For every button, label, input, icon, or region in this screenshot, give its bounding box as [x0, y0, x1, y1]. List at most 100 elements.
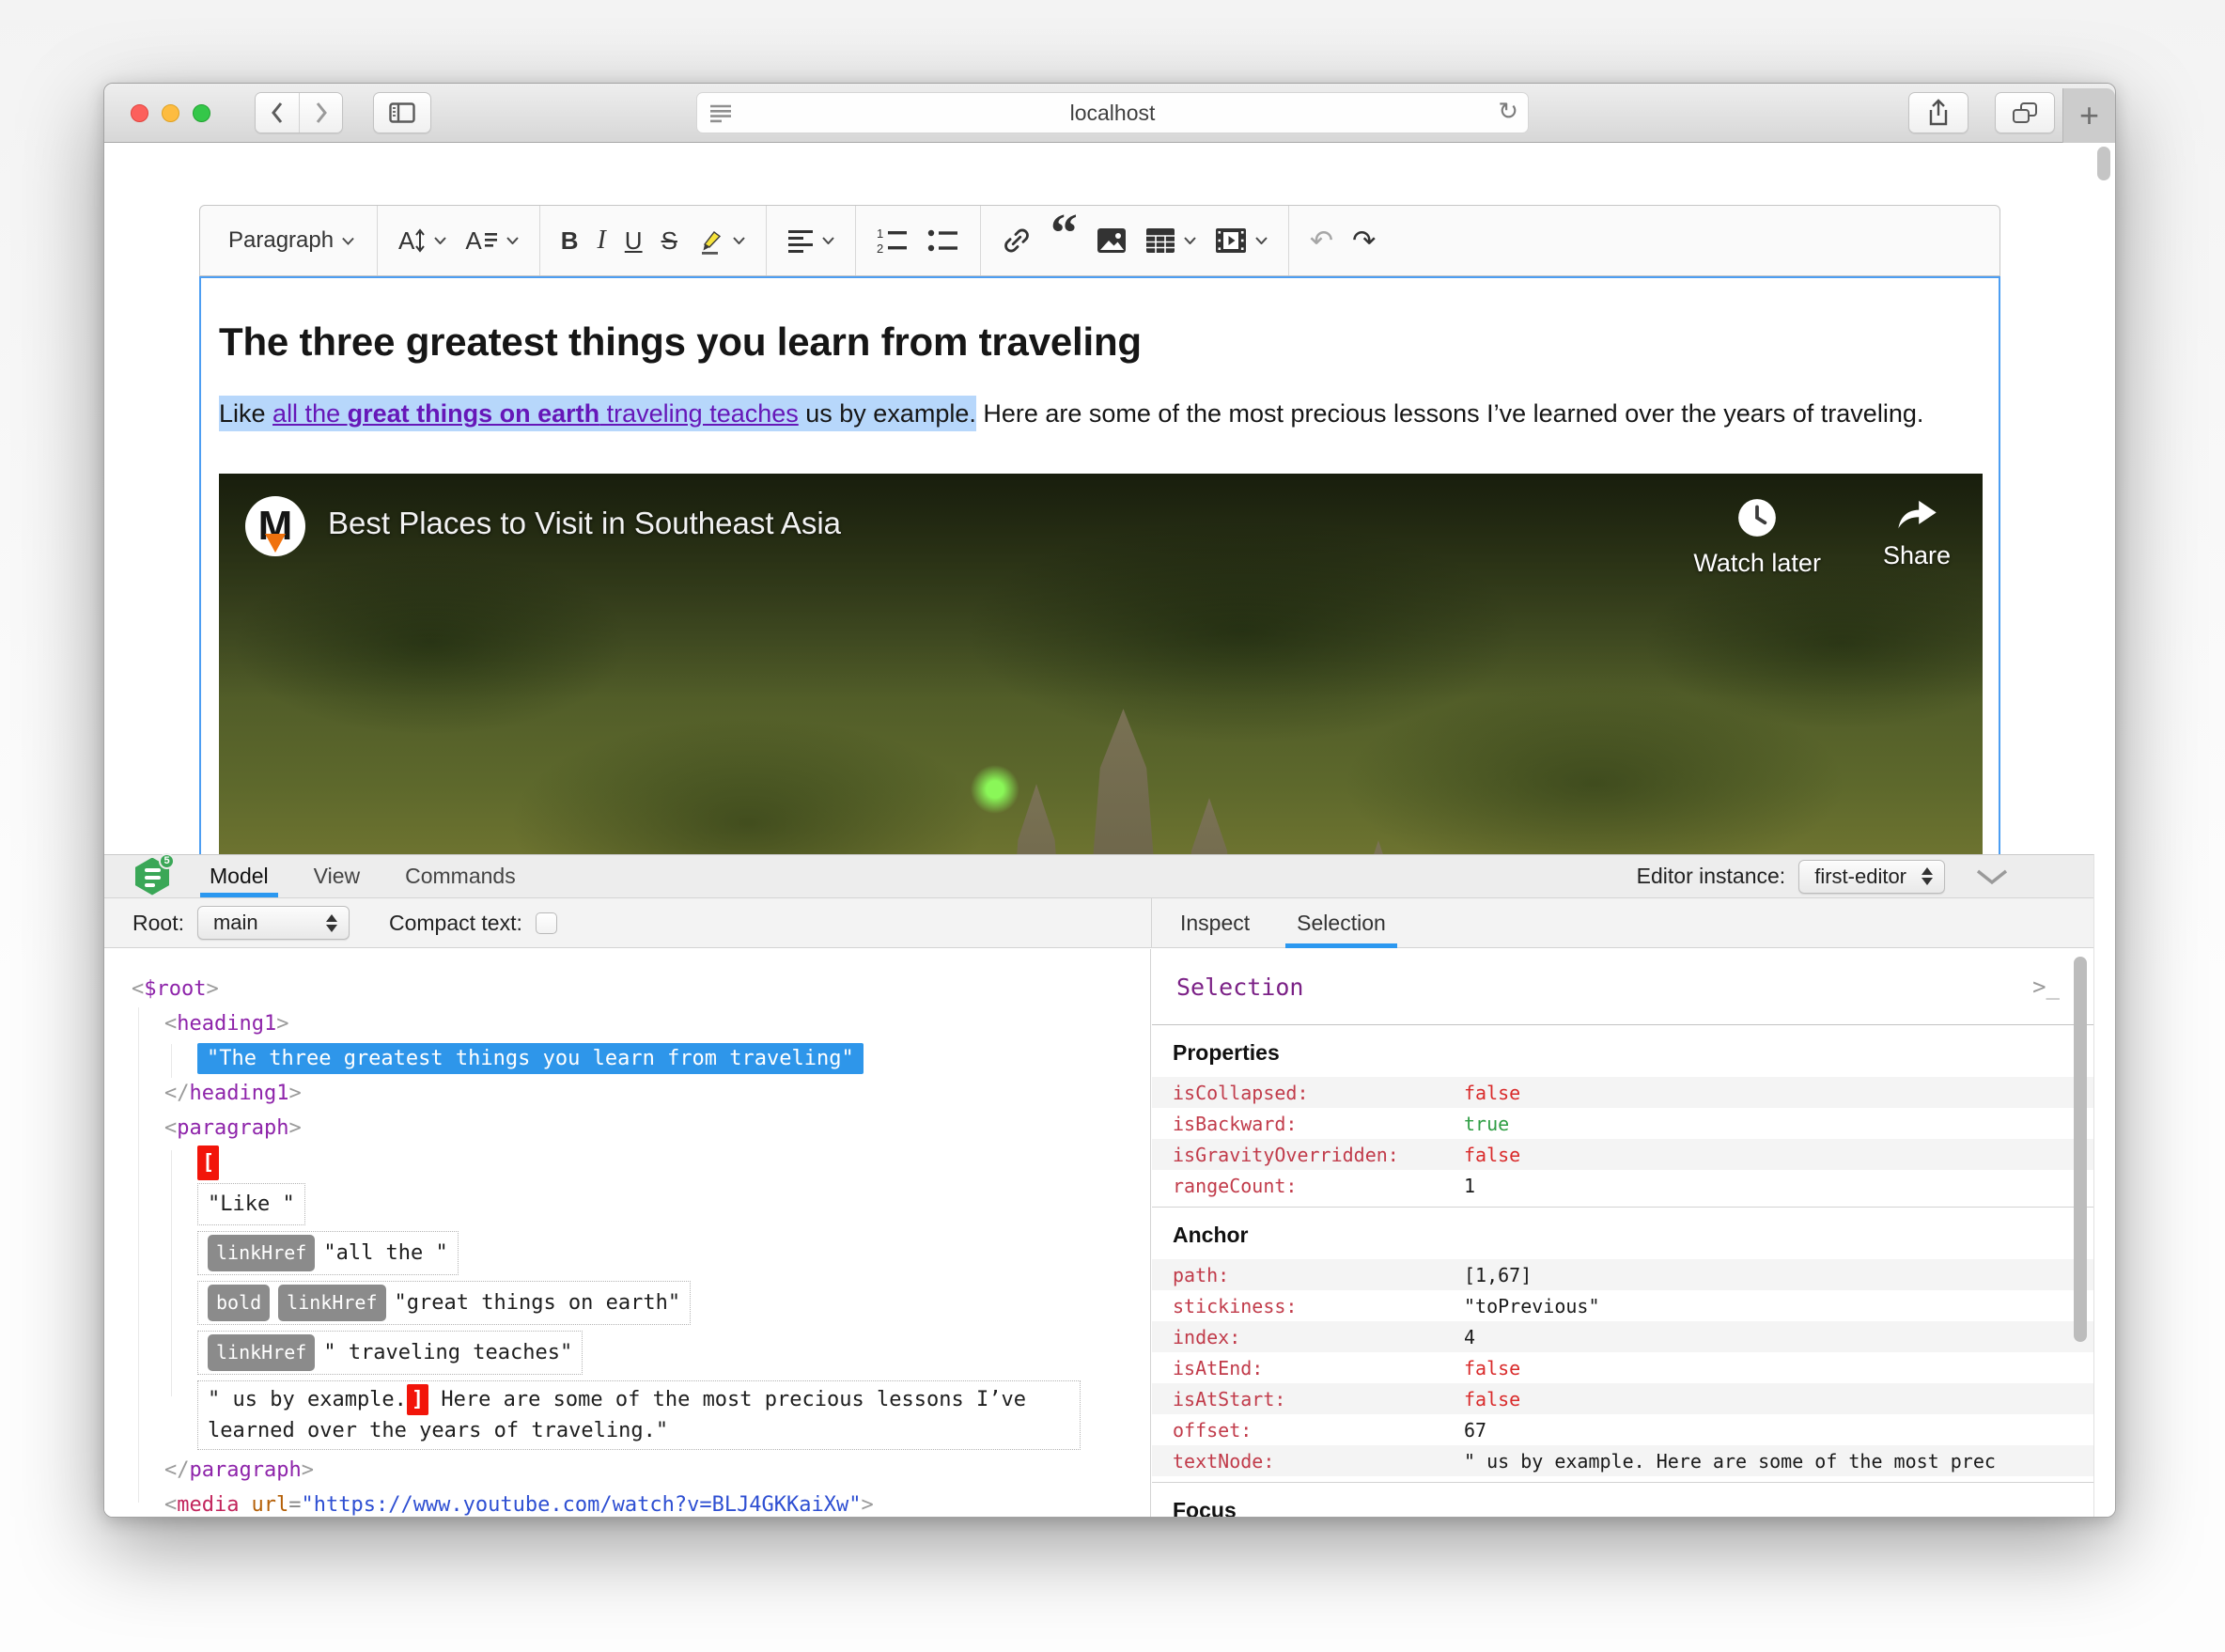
selection-start-marker: [: [197, 1145, 1150, 1180]
redo-button[interactable]: ↷: [1343, 216, 1385, 265]
root-select[interactable]: main: [196, 906, 350, 940]
right-pane-tabs: Inspect Selection: [1151, 898, 2093, 948]
video-actions: Watch later Share: [1693, 496, 1951, 578]
forward-button[interactable]: [299, 93, 342, 132]
collapse-inspector-button[interactable]: [1975, 868, 2009, 885]
log-to-console-button[interactable]: >_: [2032, 974, 2060, 1000]
sidebar-button[interactable]: [373, 92, 431, 133]
fullscreen-button[interactable]: [193, 104, 210, 122]
tab-commands[interactable]: Commands: [403, 855, 518, 897]
svg-text:1: 1: [877, 227, 883, 241]
tree-node-heading1-close[interactable]: </heading1>: [164, 1076, 1150, 1111]
insert-table-button[interactable]: [1136, 216, 1206, 265]
tree-text-great-things[interactable]: bold linkHref "great things on earth": [197, 1278, 1150, 1328]
tab-inspect[interactable]: Inspect: [1176, 898, 1253, 948]
property-row: isGravityOverridden: false: [1152, 1139, 2093, 1170]
chevron-down-icon: [342, 237, 354, 245]
back-button[interactable]: [256, 93, 299, 132]
property-row: isBackward: true: [1173, 1112, 1510, 1135]
properties-section-title: Properties: [1173, 1040, 1280, 1065]
property-row: isAtStart: false: [1152, 1383, 2093, 1414]
editor-content[interactable]: The three greatest things you learn from…: [199, 276, 2000, 855]
tree-node-media-open[interactable]: <media url="https://www.youtube.com/watch…: [164, 1488, 1150, 1517]
tree-node-paragraph-close[interactable]: </paragraph>: [164, 1453, 1150, 1488]
reload-button[interactable]: ↻: [1498, 98, 1518, 126]
selected-text: us by example.: [798, 396, 976, 432]
image-icon: [1097, 228, 1126, 253]
youtube-embed[interactable]: M Best Places to Visit in Southeast Asia…: [219, 474, 1983, 855]
property-row: rangeCount: 1: [1173, 1174, 1476, 1197]
font-family-button[interactable]: A: [456, 216, 527, 265]
address-bar[interactable]: localhost ↻: [696, 92, 1529, 133]
font-size-button[interactable]: A: [389, 216, 456, 265]
tree-text-traveling-teaches[interactable]: linkHref " traveling teaches": [197, 1328, 1150, 1378]
tab-selection[interactable]: Selection: [1285, 898, 1397, 948]
selection-end-marker: ]: [406, 1384, 429, 1415]
tree-node-heading-text[interactable]: "The three greatest things you learn fro…: [197, 1041, 1150, 1076]
selection-panel-scrollbar[interactable]: [2074, 957, 2087, 1342]
tab-view[interactable]: View: [312, 855, 362, 897]
insert-image-button[interactable]: [1087, 216, 1136, 265]
link-button[interactable]: [992, 216, 1041, 265]
blockquote-button[interactable]: “: [1041, 206, 1087, 265]
ckeditor-logo-icon: 5: [132, 852, 175, 897]
share-arrow-icon: [1898, 501, 1937, 529]
reader-icon[interactable]: [709, 104, 732, 128]
compact-text-checkbox[interactable]: [535, 912, 557, 934]
heading-dropdown[interactable]: Paragraph: [217, 216, 366, 265]
tree-text-tail[interactable]: " us by example.] Here are some of the m…: [197, 1378, 1150, 1453]
new-tab-button[interactable]: +: [2062, 88, 2115, 143]
document-heading[interactable]: The three greatest things you learn from…: [219, 319, 1981, 365]
bold-button[interactable]: B: [552, 216, 588, 265]
properties-section: Properties isCollapsed: false isBackward:…: [1152, 1025, 2093, 1201]
tree-text-like[interactable]: "Like ": [197, 1180, 1150, 1228]
select-arrows-icon: [325, 913, 337, 932]
tabs-icon: [2013, 102, 2037, 123]
channel-avatar[interactable]: M: [245, 496, 305, 557]
redo-icon: ↷: [1352, 224, 1377, 257]
link-great-things[interactable]: great things on earth: [347, 396, 600, 432]
video-header: M Best Places to Visit in Southeast Asia…: [219, 474, 1983, 578]
property-row: isCollapsed: false: [1152, 1077, 2093, 1108]
share-button[interactable]: [1908, 92, 1968, 133]
toolbar-separator: [377, 206, 378, 275]
italic-button[interactable]: I: [587, 216, 615, 265]
model-tree: <$root> <heading1> "The three greatest t…: [104, 949, 1151, 1517]
link-all-the[interactable]: all the: [272, 396, 348, 432]
document-paragraph[interactable]: Like all the great things on earth trave…: [219, 396, 1971, 432]
tab-model[interactable]: Model: [200, 855, 278, 897]
editor-instance-select[interactable]: first-editor: [1798, 859, 1945, 894]
toolbar-separator: [538, 206, 540, 275]
undo-button[interactable]: ↶: [1300, 216, 1343, 265]
bulleted-list-button[interactable]: [918, 216, 969, 265]
tree-node-heading1-open[interactable]: <heading1>: [164, 1006, 1150, 1041]
highlight-button[interactable]: [687, 216, 755, 265]
alignment-button[interactable]: [778, 216, 844, 265]
watch-later-button[interactable]: Watch later: [1693, 496, 1821, 578]
tab-overview-button[interactable]: [1995, 92, 2055, 133]
link-traveling-teaches[interactable]: traveling teaches: [599, 396, 799, 432]
nav-buttons: [255, 92, 343, 133]
font-family-icon: [484, 233, 497, 247]
numbered-list-button[interactable]: 1 2: [867, 216, 918, 265]
underline-button[interactable]: U: [615, 216, 652, 265]
model-controls: Root: main Compact text:: [132, 906, 557, 940]
media-embed-button[interactable]: [1206, 216, 1277, 265]
inspector-body: <$root> <heading1> "The three greatest t…: [104, 949, 2093, 1518]
property-row: textNode: " us by example. Here are some …: [1152, 1445, 2093, 1476]
close-button[interactable]: [131, 104, 148, 122]
tree-node-paragraph-open[interactable]: <paragraph>: [164, 1111, 1150, 1145]
chevron-right-icon: [316, 102, 327, 123]
attribute-badge-linkhref: linkHref: [208, 1334, 316, 1371]
tree-text-all-the[interactable]: linkHref "all the ": [197, 1228, 1150, 1278]
chevron-down-icon: [822, 237, 834, 244]
focus-section-title: Focus: [1173, 1498, 1237, 1518]
strikethrough-button[interactable]: S: [652, 216, 687, 265]
tree-node-root[interactable]: <$root>: [132, 972, 1150, 1006]
minimize-button[interactable]: [162, 104, 179, 122]
share-video-button[interactable]: Share: [1883, 496, 1951, 578]
editor-toolbar: Paragraph A A B I U S 1 2 “ ↶ ↷: [199, 205, 2000, 276]
traffic-lights: [131, 104, 210, 122]
video-title[interactable]: Best Places to Visit in Southeast Asia: [328, 506, 841, 541]
browser-scrollbar[interactable]: [2097, 147, 2110, 180]
